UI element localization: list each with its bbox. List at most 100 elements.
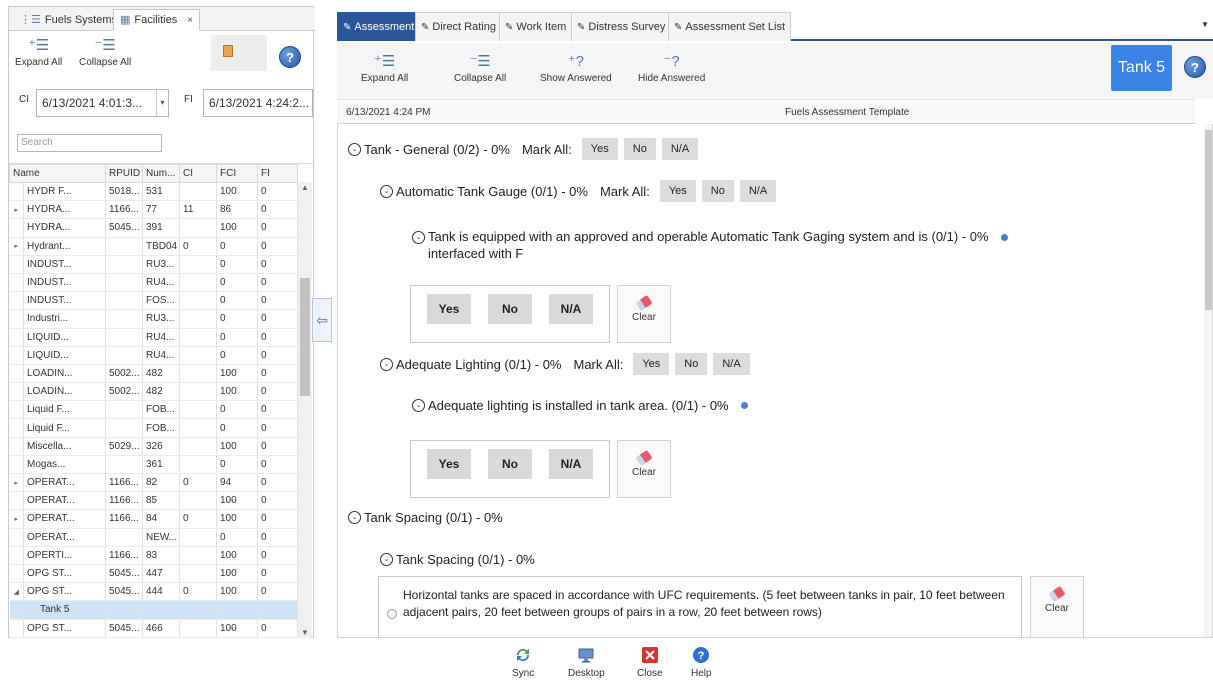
tab-distress-survey[interactable]: ✎ Distress Survey: [571, 12, 672, 41]
table-row[interactable]: ▸ OPERAT... 1166... 82 0 94 0: [9, 473, 298, 493]
current-item-button[interactable]: Tank 5: [1111, 45, 1172, 91]
help-icon[interactable]: ?: [1184, 56, 1206, 78]
clear-answer-button[interactable]: Clear: [617, 285, 671, 343]
table-row[interactable]: Liquid F... FOB... 0 0: [9, 418, 298, 438]
table-row[interactable]: INDUST... RU4... 0 0: [9, 273, 298, 293]
calendar-button[interactable]: [211, 35, 267, 71]
expand-all-button[interactable]: ⁺☰ Expand All: [361, 51, 408, 84]
table-row[interactable]: OPG ST... 5045... 466 100 0: [9, 619, 298, 638]
show-answered-button[interactable]: ⁺? Show Answered: [540, 51, 612, 84]
column-header-num[interactable]: Num...: [142, 164, 180, 183]
close-button[interactable]: Close: [637, 646, 663, 679]
mark-all-no-button[interactable]: No: [623, 138, 656, 160]
answer-na-button[interactable]: N/A: [549, 294, 593, 324]
mark-all-no-button[interactable]: No: [675, 353, 708, 375]
answer-no-button[interactable]: No: [488, 449, 532, 479]
table-row[interactable]: OPERAT... NEW... 0 0: [9, 528, 298, 547]
table-row[interactable]: Industri... RU3... 0 0: [9, 309, 298, 329]
expand-row-icon[interactable]: ▸: [9, 200, 24, 220]
column-header-fci[interactable]: FCI: [216, 164, 258, 183]
chevron-down-icon[interactable]: ▾: [156, 90, 168, 116]
scrollbar-thumb[interactable]: [300, 278, 310, 396]
collapse-chevron-icon[interactable]: ⌄: [380, 553, 393, 566]
mark-all-na-button[interactable]: N/A: [739, 180, 777, 202]
table-row[interactable]: LOADIN... 5002... 482 100 0: [9, 364, 298, 384]
table-row[interactable]: INDUST... RU3... 0 0: [9, 255, 298, 274]
mark-all-na-button[interactable]: N/A: [713, 353, 750, 375]
table-row-selected[interactable]: Tank 5: [9, 600, 298, 620]
collapse-all-button[interactable]: ⁻☰ Collapse All: [454, 51, 506, 84]
clear-answer-button[interactable]: Clear: [1030, 576, 1084, 637]
tab-fuels-systems[interactable]: ⋮☰ Fuels Systems: [13, 9, 124, 31]
table-row[interactable]: ◢ OPG ST... 5045... 444 0 100 0: [9, 582, 298, 602]
sync-button[interactable]: Sync: [512, 646, 534, 679]
answer-no-button[interactable]: No: [488, 294, 532, 324]
table-row[interactable]: HYDR F... 5018... 531 100 0: [9, 182, 298, 202]
table-row[interactable]: OPERTI... 1166... 83 100 0: [9, 546, 298, 565]
expand-all-button[interactable]: ⁺☰ Expand All: [15, 35, 62, 68]
tab-assessment-set-list[interactable]: ✎ Assessment Set List: [668, 12, 792, 41]
hide-answered-button[interactable]: ⁻? Hide Answered: [638, 51, 705, 84]
collapse-chevron-icon[interactable]: ⌄: [380, 184, 393, 198]
scrollbar-thumb[interactable]: [1205, 130, 1212, 310]
column-header-ci[interactable]: CI: [179, 164, 217, 183]
mark-all-no-button[interactable]: No: [701, 180, 734, 202]
table-row[interactable]: ▸ Hydrant... TBD04 0 0 0: [9, 237, 298, 256]
cell-name: HYDRA...: [23, 218, 106, 238]
mark-all-yes-button[interactable]: Yes: [659, 180, 696, 202]
collapse-chevron-icon[interactable]: ⌄: [412, 399, 425, 412]
collapse-chevron-icon[interactable]: ⌄: [348, 511, 361, 524]
table-row[interactable]: Mogas... 361 0 0: [9, 455, 298, 475]
expand-row-icon[interactable]: ▸: [9, 237, 24, 256]
grid-scrollbar[interactable]: ▲ ▼: [298, 182, 312, 638]
ci-date-dropdown[interactable]: 6/13/2021 4:01:3... ▾: [36, 89, 169, 117]
table-row[interactable]: ▸ HYDRA... 1166... 77 11 86 0: [9, 200, 298, 220]
answer-yes-button[interactable]: Yes: [427, 449, 471, 479]
answer-yes-button[interactable]: Yes: [427, 294, 471, 324]
expand-row-icon[interactable]: ▸: [9, 473, 24, 493]
tab-direct-rating[interactable]: ✎ Direct Rating: [415, 12, 502, 41]
table-row[interactable]: LIQUID... RU4... 0 0: [9, 328, 298, 347]
column-header-name[interactable]: Name: [9, 164, 106, 183]
collapse-all-button[interactable]: ⁻☰ Collapse All: [79, 35, 131, 68]
collapse-chevron-icon[interactable]: ⌄: [348, 142, 361, 156]
column-header-rpuid[interactable]: RPUID: [105, 164, 143, 183]
collapse-chevron-icon[interactable]: ⌄: [380, 357, 393, 371]
tab-assessment[interactable]: ✎ Assessment: [337, 12, 421, 41]
table-row[interactable]: HYDRA... 5045... 391 100 0: [9, 218, 298, 238]
table-row[interactable]: LIQUID... RU4... 0 0: [9, 346, 298, 365]
tab-work-item[interactable]: ✎ Work Item: [499, 12, 573, 41]
mark-all-na-button[interactable]: N/A: [661, 138, 699, 160]
info-icon[interactable]: [740, 402, 748, 409]
fi-date-field[interactable]: 6/13/2021 4:24:2...: [203, 89, 313, 117]
table-row[interactable]: INDUST... FOS... 0 0: [9, 291, 298, 311]
table-row[interactable]: LOADIN... 5002... 482 100 0: [9, 382, 298, 402]
content-scrollbar[interactable]: [1204, 124, 1212, 637]
column-header-fi[interactable]: FI: [257, 164, 298, 183]
row-gutter: [9, 382, 24, 402]
search-input[interactable]: Search: [17, 134, 162, 152]
table-row[interactable]: Miscella... 5029... 326 100 0: [9, 437, 298, 456]
answer-na-button[interactable]: N/A: [549, 449, 593, 479]
scroll-up-icon[interactable]: ▲: [301, 183, 309, 192]
table-row[interactable]: OPERAT... 1166... 85 100 0: [9, 491, 298, 511]
scroll-down-icon[interactable]: ▼: [301, 628, 309, 637]
help-button[interactable]: ? Help: [691, 646, 712, 679]
collapse-panel-button[interactable]: ⇦: [312, 298, 332, 342]
mark-all-yes-button[interactable]: Yes: [633, 353, 670, 375]
mark-all-yes-button[interactable]: Yes: [581, 138, 618, 160]
table-row[interactable]: ▸ OPERAT... 1166... 84 0 100 0: [9, 509, 298, 529]
help-icon[interactable]: ?: [279, 46, 301, 68]
table-row[interactable]: OPG ST... 5045... 447 100 0: [9, 564, 298, 584]
collapse-chevron-icon[interactable]: ⌄: [412, 231, 425, 244]
close-tab-icon[interactable]: ×: [187, 10, 193, 31]
question-radio[interactable]: [387, 609, 397, 619]
expand-row-icon[interactable]: ▸: [9, 509, 24, 529]
tab-facilities[interactable]: ▦ Facilities ×: [113, 9, 201, 31]
info-icon[interactable]: [1000, 234, 1008, 241]
clear-answer-button[interactable]: Clear: [617, 440, 671, 498]
tab-overflow-icon[interactable]: ▼: [1201, 20, 1209, 29]
table-row[interactable]: Liquid F... FOB... 0 0: [9, 400, 298, 420]
expand-row-icon[interactable]: ◢: [9, 582, 24, 602]
desktop-button[interactable]: Desktop: [568, 646, 605, 679]
